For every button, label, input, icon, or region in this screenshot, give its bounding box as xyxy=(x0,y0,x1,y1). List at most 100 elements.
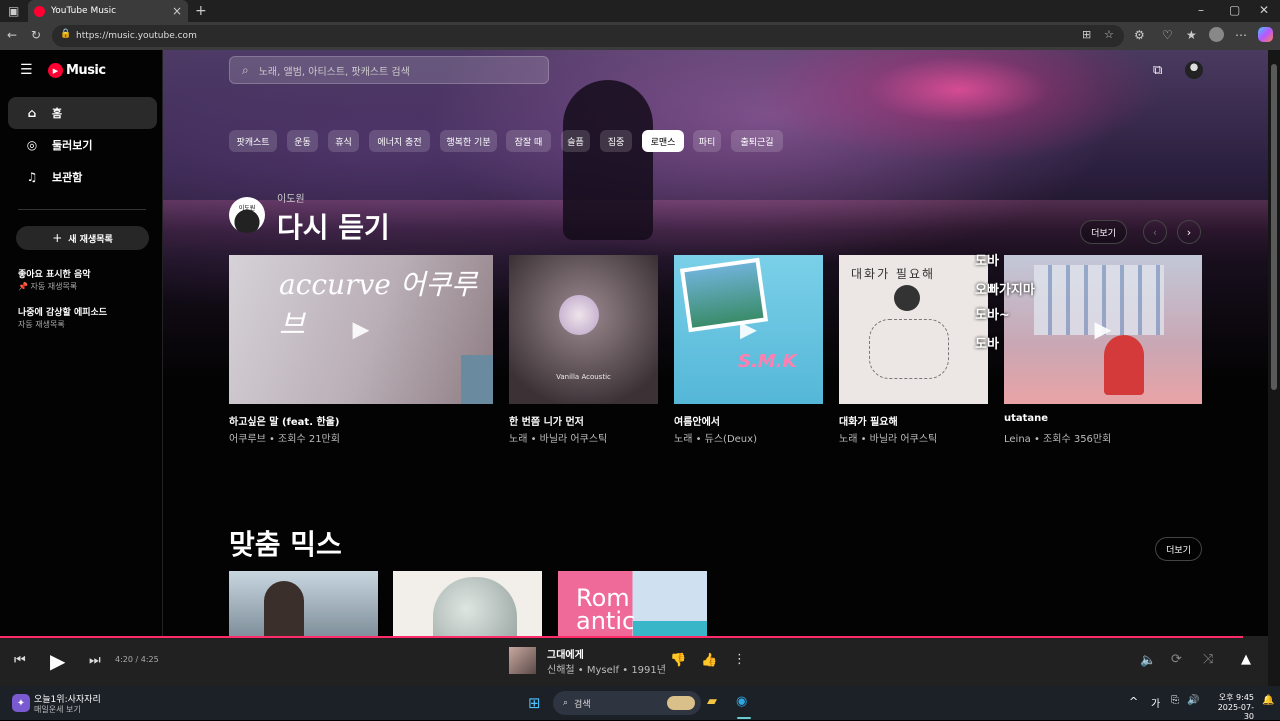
play-icon[interactable]: ▶ xyxy=(353,317,370,342)
playlist-episodes-later[interactable]: 나중에 감상할 에피소드 xyxy=(18,305,107,318)
scrollbar-thumb[interactable] xyxy=(1271,64,1277,390)
copilot-icon[interactable] xyxy=(1258,27,1273,42)
browser-tab[interactable]: YouTube Music × xyxy=(28,0,188,22)
widgets-icon[interactable]: ✦ xyxy=(12,694,30,712)
user-avatar[interactable]: 이도원 xyxy=(229,197,265,233)
chip-10[interactable]: 출퇴근길 xyxy=(731,130,783,152)
chip-5[interactable]: 잠잘 때 xyxy=(506,130,551,152)
tab-actions-icon[interactable]: ▣ xyxy=(8,4,19,18)
more-menu-icon[interactable]: ⋯ xyxy=(1235,28,1247,42)
extensions-icon[interactable]: ⚙ xyxy=(1134,28,1145,42)
site-info-icon[interactable]: 🔒 xyxy=(60,29,71,39)
new-tab-icon[interactable]: + xyxy=(195,3,207,19)
card-title[interactable]: 한 번쯤 니가 먼저 xyxy=(509,413,584,428)
carousel-prev-button[interactable]: ‹ xyxy=(1143,220,1167,244)
speaker-icon[interactable]: 🔊 xyxy=(1187,695,1199,706)
mix-card-thumbnail[interactable]: Rom antic xyxy=(558,571,707,641)
listen-again-card-thumbnail[interactable]: S.M.K ▶ xyxy=(674,255,823,404)
playlist-sub: 📌 자동 재생목록 xyxy=(18,281,77,292)
chip-9[interactable]: 파티 xyxy=(693,130,721,152)
back-icon[interactable]: ← xyxy=(7,28,17,42)
more-options-icon[interactable]: ⋮ xyxy=(733,652,746,667)
mix-section-title[interactable]: 맞춤 믹스 xyxy=(229,523,342,563)
now-playing-thumbnail[interactable] xyxy=(509,647,536,674)
account-avatar[interactable] xyxy=(1185,61,1203,79)
sidebar-item-label: 보관함 xyxy=(52,171,83,184)
next-track-icon[interactable]: ⏭ xyxy=(89,653,101,668)
listen-again-card-thumbnail[interactable]: Vanilla Acoustic xyxy=(509,255,658,404)
expand-player-icon[interactable]: ▲ xyxy=(1241,652,1251,667)
album-art-text: 대화가 필요해 xyxy=(851,267,936,281)
page-scrollbar[interactable] xyxy=(1268,50,1280,686)
favorite-star-icon[interactable]: ☆ xyxy=(1104,28,1114,41)
close-tab-icon[interactable]: × xyxy=(172,4,182,18)
card-title[interactable]: 하고싶은 말 (feat. 한울) xyxy=(229,413,339,428)
browser-essentials-icon[interactable]: ♡ xyxy=(1162,28,1173,42)
now-playing-subtitle: 신해철 • Myself • 1991년 xyxy=(547,665,666,676)
card-title[interactable]: utatane xyxy=(1004,413,1048,424)
repeat-icon[interactable]: ⟳ xyxy=(1171,652,1182,667)
chip-8[interactable]: 로맨스 xyxy=(642,130,684,152)
chip-2[interactable]: 휴식 xyxy=(328,130,359,152)
sidebar-item-explore[interactable]: ◎ 둘러보기 xyxy=(8,129,157,161)
card-subtitle: 어쿠루브 • 조회수 21만회 xyxy=(229,434,340,445)
listen-again-more-button[interactable]: 더보기 xyxy=(1080,220,1127,244)
like-icon[interactable]: 👍 xyxy=(701,653,717,668)
notification-bell-icon[interactable]: 🔔 xyxy=(1262,695,1274,706)
mix-more-button[interactable]: 더보기 xyxy=(1155,537,1202,561)
shuffle-icon[interactable]: ⤨ xyxy=(1203,652,1213,667)
youtube-music-logo[interactable]: ▶ Music xyxy=(48,63,106,78)
search-input[interactable]: ⌕ 노래, 앨범, 아티스트, 팟캐스트 검색 xyxy=(229,56,549,84)
play-button-icon[interactable]: ▶ xyxy=(50,649,65,673)
taskbar-search[interactable]: ⌕ 검색 xyxy=(553,691,701,715)
hamburger-menu-icon[interactable]: ☰ xyxy=(20,62,33,78)
listen-again-card-thumbnail[interactable]: accurve 어쿠루브 ▶ xyxy=(229,255,493,404)
ime-indicator[interactable]: 가 xyxy=(1151,695,1160,710)
mix-card-thumbnail[interactable] xyxy=(229,571,378,641)
chip-4[interactable]: 행복한 기분 xyxy=(440,130,497,152)
window-close-icon[interactable]: ✕ xyxy=(1259,3,1269,17)
card-title[interactable]: 대화가 필요해 xyxy=(839,413,898,428)
sidebar-item-library[interactable]: ♫ 보관함 xyxy=(8,161,157,193)
chevron-left-icon: ‹ xyxy=(1152,225,1158,239)
reload-icon[interactable]: ↻ xyxy=(31,28,41,42)
clock-date: 2025-07-30 xyxy=(1217,703,1254,721)
play-icon[interactable]: ▶ xyxy=(1095,317,1112,342)
chip-0[interactable]: 팟캐스트 xyxy=(229,130,277,152)
profile-avatar-icon[interactable] xyxy=(1209,27,1224,42)
new-playlist-button[interactable]: + 새 재생목록 xyxy=(16,226,149,250)
taskbar-clock[interactable]: 오후 9:45 2025-07-30 xyxy=(1208,692,1254,721)
file-explorer-icon[interactable]: ▰ xyxy=(707,694,717,709)
chip-1[interactable]: 운동 xyxy=(287,130,318,152)
play-icon[interactable]: ▶ xyxy=(740,317,757,342)
chip-3[interactable]: 에너지 충전 xyxy=(369,130,430,152)
dislike-icon[interactable]: 👎 xyxy=(670,653,686,668)
chevron-right-icon: › xyxy=(1186,225,1192,239)
section-user: 이도원 xyxy=(277,194,305,205)
minimize-icon[interactable]: – xyxy=(1198,3,1204,17)
chip-6[interactable]: 슬픔 xyxy=(561,130,590,152)
mix-card-thumbnail[interactable] xyxy=(393,571,542,641)
carousel-next-button[interactable]: › xyxy=(1177,220,1201,244)
network-icon[interactable]: ⎘ xyxy=(1171,695,1179,706)
show-hidden-icons-icon[interactable]: ^ xyxy=(1129,695,1138,708)
address-field[interactable]: 🔒 https://music.youtube.com ⊞ ☆ xyxy=(52,25,1124,47)
edge-browser-icon[interactable]: ◉ xyxy=(736,694,747,709)
card-title[interactable]: 여름안에서 xyxy=(674,413,720,428)
playback-progress-bar[interactable] xyxy=(0,636,1243,638)
listen-again-title[interactable]: 다시 듣기 xyxy=(277,206,390,246)
start-windows-icon[interactable]: ⊞ xyxy=(528,694,541,712)
cast-icon[interactable]: ⧉ xyxy=(1153,63,1162,78)
url-text: https://music.youtube.com xyxy=(76,31,197,41)
sidebar-item-home[interactable]: ⌂ 홈 xyxy=(8,97,157,129)
maximize-icon[interactable]: ▢ xyxy=(1229,3,1240,17)
playlist-liked-music[interactable]: 좋아요 표시한 음악 xyxy=(18,267,91,280)
volume-icon[interactable]: 🔈 xyxy=(1140,653,1156,668)
favorites-icon[interactable]: ★ xyxy=(1186,28,1197,42)
chip-7[interactable]: 집중 xyxy=(600,130,632,152)
youtube-music-favicon-icon xyxy=(34,5,45,17)
listen-again-card-thumbnail[interactable]: 대화가 필요해 xyxy=(839,255,988,404)
previous-track-icon[interactable]: ⏮ xyxy=(14,653,26,668)
app-available-icon[interactable]: ⊞ xyxy=(1082,28,1091,41)
now-playing-title[interactable]: 그대에게 xyxy=(547,646,584,661)
